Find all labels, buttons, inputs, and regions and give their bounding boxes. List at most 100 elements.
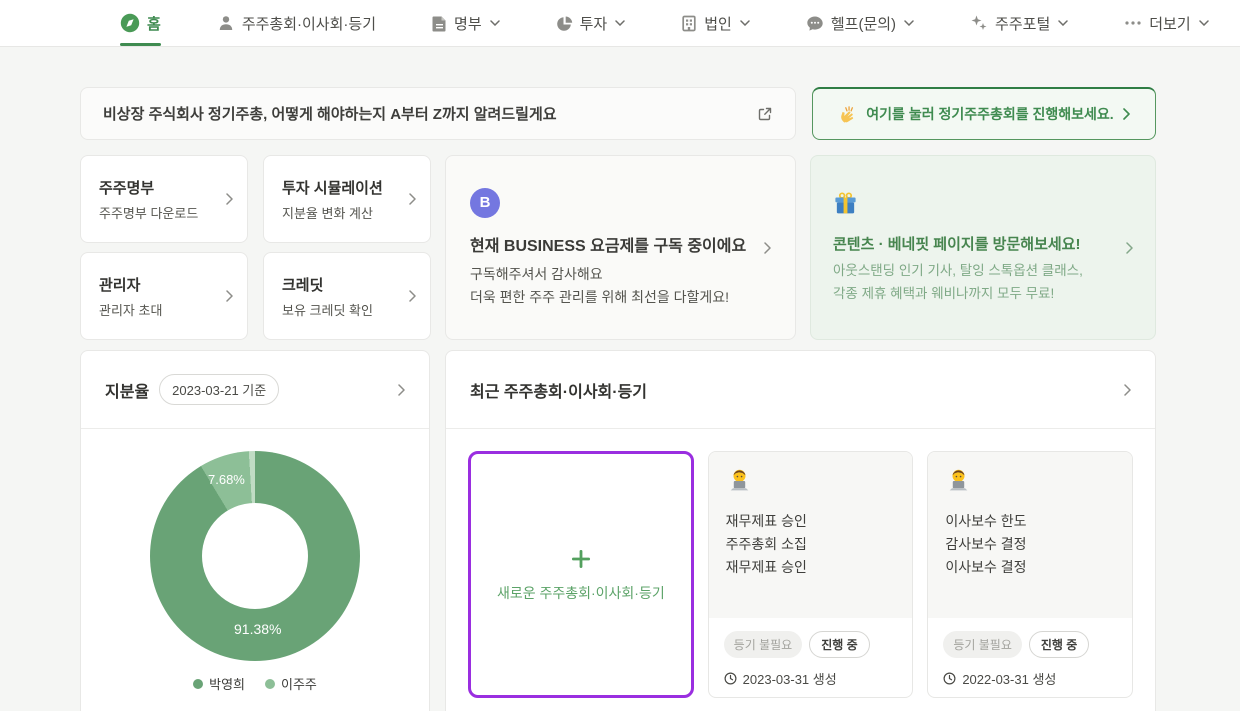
chevron-right-icon — [764, 242, 771, 254]
home-compass-icon — [120, 13, 140, 33]
meeting-card-2[interactable]: 이사보수 한도 감사보수 결정 이사보수 결정 등기 불필요 진행 중 — [927, 451, 1133, 698]
nav-label: 주주포털 — [995, 13, 1050, 34]
agenda-item: 감사보수 결정 — [945, 533, 1115, 556]
subscription-plan-card[interactable]: B 현재 BUSINESS 요금제를 구독 중이에요 구독해주셔서 감사해요 더… — [445, 155, 796, 340]
subscription-title: 현재 BUSINESS 요금제를 구독 중이에요 — [470, 232, 764, 256]
agenda-item: 주주총회 소집 — [726, 533, 896, 556]
content-benefit-card[interactable]: 콘텐츠 · 베네핏 페이지를 방문해보세요! 아웃스탠딩 인기 기사, 탈잉 스… — [810, 155, 1156, 340]
meeting-card-bottom: 등기 불필요 진행 중 2023-03-31 생성 — [709, 618, 913, 688]
building-icon — [681, 15, 697, 32]
agenda-item: 재무제표 승인 — [726, 556, 896, 579]
quick-card-title: 크레딧 — [282, 274, 409, 295]
top-nav-bar: 홈 주주총회·이사회·등기 명부 투자 — [0, 0, 1240, 47]
plus-icon — [569, 547, 593, 571]
nav-label: 명부 — [454, 13, 482, 34]
pie-chart-icon — [556, 15, 573, 32]
nav-item-invest[interactable]: 투자 — [556, 0, 626, 46]
created-date: 2023-03-31 생성 — [743, 669, 837, 688]
legend-dot — [193, 679, 203, 689]
registration-badge: 등기 불필요 — [724, 631, 803, 658]
quick-card-investment-simulation[interactable]: 투자 시뮬레이션 지분율 변화 계산 — [263, 155, 431, 243]
chevron-right-icon — [226, 290, 233, 302]
nav-label: 법인 — [704, 13, 732, 34]
recent-meetings-panel: 최근 주주총회·이사회·등기 새로운 주주총회·이사회·등기 — [445, 350, 1156, 711]
gift-icon — [833, 191, 858, 216]
donut-label-major: 91.38% — [234, 621, 281, 637]
person-icon — [217, 14, 235, 32]
donut-hole — [202, 503, 308, 609]
quick-card-shareholder-list[interactable]: 주주명부 주주명부 다운로드 — [80, 155, 248, 243]
chevron-right-icon — [1123, 108, 1130, 120]
nav-label: 홈 — [147, 13, 161, 34]
main-content: 비상장 주식회사 정기주총, 어떻게 해야하는지 A부터 Z까지 알려드릴게요 … — [80, 87, 1156, 711]
equity-ratio-header[interactable]: 지분율 2023-03-21 기준 — [81, 351, 429, 429]
clapping-hands-icon — [838, 105, 857, 124]
chevron-right-icon — [1124, 384, 1131, 396]
nav-item-meetings[interactable]: 주주총회·이사회·등기 — [217, 0, 376, 46]
benefit-line1: 아웃스탠딩 인기 기사, 탈잉 스톡옵션 클래스, — [833, 261, 1126, 281]
chevron-down-icon — [1199, 20, 1209, 26]
legend-item-parkyounghee: 박영희 — [193, 674, 245, 693]
legend-label: 이주주 — [281, 674, 317, 693]
meeting-card-top: 이사보수 한도 감사보수 결정 이사보수 결정 — [928, 452, 1132, 618]
chevron-down-icon — [904, 20, 914, 26]
cta-text: 여기를 눌러 정기주주총회를 진행해보세요. — [866, 104, 1113, 124]
quick-card-credits[interactable]: 크레딧 보유 크레딧 확인 — [263, 252, 431, 340]
equity-donut-chart: 7.68% 91.38% — [150, 451, 360, 661]
agenda-item: 이사보수 결정 — [945, 556, 1115, 579]
benefit-title: 콘텐츠 · 베네핏 페이지를 방문해보세요! — [833, 233, 1126, 254]
chat-bubble-icon — [806, 15, 824, 32]
quick-card-subtitle: 보유 크레딧 확인 — [282, 300, 409, 319]
quick-card-subtitle: 관리자 초대 — [99, 300, 226, 319]
status-badge: 진행 중 — [1029, 631, 1089, 658]
nav-label: 투자 — [580, 13, 608, 34]
meeting-card-bottom: 등기 불필요 진행 중 2022-03-31 생성 — [928, 618, 1132, 688]
chevron-down-icon — [490, 20, 500, 26]
quick-card-title: 관리자 — [99, 274, 226, 295]
nav-item-register[interactable]: 명부 — [432, 0, 500, 46]
nav-label: 더보기 — [1149, 13, 1190, 34]
chevron-right-icon — [398, 384, 405, 396]
business-plan-badge: B — [470, 188, 500, 218]
main-nav: 홈 주주총회·이사회·등기 명부 투자 — [120, 0, 1209, 46]
subscription-line1: 구독해주셔서 감사해요 — [470, 264, 764, 284]
announcement-banner[interactable]: 비상장 주식회사 정기주총, 어떻게 해야하는지 A부터 Z까지 알려드릴게요 — [80, 87, 796, 140]
as-of-date-badge: 2023-03-21 기준 — [159, 374, 279, 405]
quick-card-subtitle: 지분율 변화 계산 — [282, 203, 409, 222]
nav-item-help[interactable]: 헬프(문의) — [806, 0, 914, 46]
status-badge: 진행 중 — [809, 631, 869, 658]
legend-dot — [265, 679, 275, 689]
nav-item-more[interactable]: 더보기 — [1124, 0, 1208, 46]
recent-meetings-header[interactable]: 최근 주주총회·이사회·등기 — [446, 351, 1155, 429]
quick-actions-grid: 주주명부 주주명부 다운로드 투자 시뮬레이션 지분율 변화 계산 관리자 관리… — [80, 155, 431, 340]
chevron-right-icon — [409, 193, 416, 205]
quick-card-admin[interactable]: 관리자 관리자 초대 — [80, 252, 248, 340]
technologist-emoji-icon — [726, 467, 753, 494]
donut-label-minor: 7.68% — [208, 472, 245, 487]
quick-card-title: 주주명부 — [99, 177, 226, 198]
chevron-right-icon — [409, 290, 416, 302]
chevron-right-icon — [1126, 242, 1133, 254]
created-date: 2022-03-31 생성 — [962, 669, 1056, 688]
clock-icon — [943, 672, 956, 685]
clock-icon — [724, 672, 737, 685]
nav-label: 주주총회·이사회·등기 — [242, 13, 376, 34]
new-meeting-card[interactable]: 새로운 주주총회·이사회·등기 — [468, 451, 694, 698]
chevron-down-icon — [615, 20, 625, 26]
quick-card-title: 투자 시뮬레이션 — [282, 177, 409, 198]
legend-label: 박영희 — [209, 674, 245, 693]
agenda-item: 이사보수 한도 — [945, 510, 1115, 533]
nav-item-corporation[interactable]: 법인 — [681, 0, 750, 46]
annual-meeting-cta-banner[interactable]: 여기를 눌러 정기주주총회를 진행해보세요. — [812, 87, 1156, 140]
external-link-icon — [757, 106, 773, 122]
new-meeting-label: 새로운 주주총회·이사회·등기 — [497, 583, 665, 603]
equity-ratio-title: 지분율 — [105, 378, 149, 402]
nav-item-shareholder-portal[interactable]: 주주포털 — [970, 0, 1068, 46]
nav-item-home[interactable]: 홈 — [120, 0, 161, 46]
more-dots-icon — [1124, 20, 1142, 26]
chevron-right-icon — [226, 193, 233, 205]
meeting-card-1[interactable]: 재무제표 승인 주주총회 소집 재무제표 승인 등기 불필요 진행 중 — [708, 451, 914, 698]
document-icon — [432, 15, 447, 32]
agenda-item: 재무제표 승인 — [726, 510, 896, 533]
sparkles-icon — [970, 14, 988, 32]
